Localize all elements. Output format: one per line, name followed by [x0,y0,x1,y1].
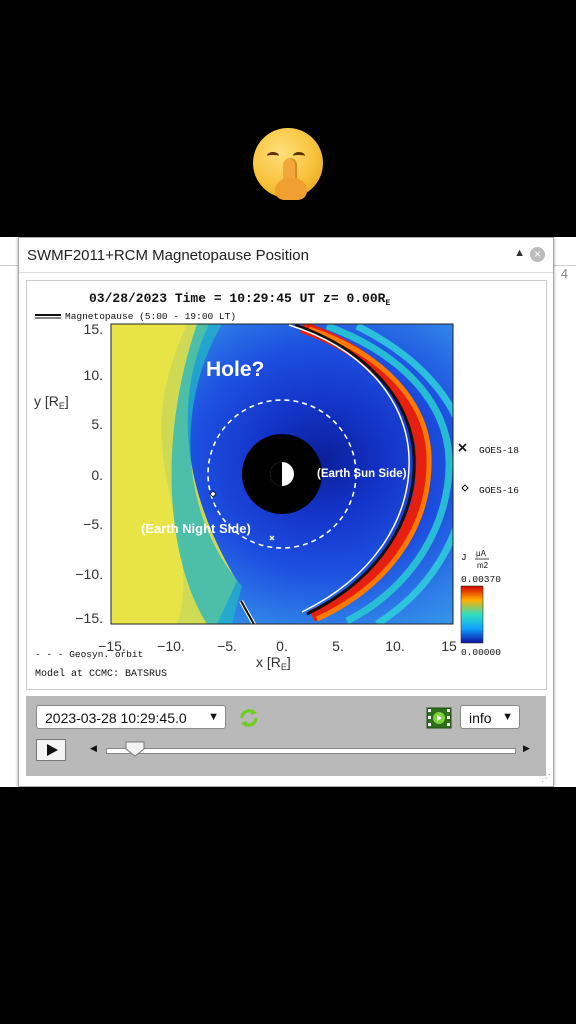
magnetopause-plot: 03/28/2023 Time = 10:29:45 UT z= 0.00RE … [34,291,519,680]
time-slider-thumb[interactable] [125,741,145,757]
info-select[interactable]: info ▼ [460,705,520,729]
magnetopause-window: SWMF2011+RCM Magnetopause Position ▲ × 0… [18,237,554,787]
info-label: info [469,710,492,726]
plot-area: 03/28/2023 Time = 10:29:45 UT z= 0.00RE … [26,280,547,690]
annotation-sun-side: (Earth Sun Side) [317,468,407,480]
y-tick: −5. [83,516,103,532]
chevron-down-icon: ▼ [502,711,513,723]
x-tick: −5. [217,638,237,654]
playback-controls: 2023-03-28 10:29:45.0 ▼ info ▼ ◀ ▶ [26,696,546,776]
y-axis-label: y [RE] [34,393,69,411]
datetime-select[interactable]: 2023-03-28 10:29:45.0 ▼ [36,705,226,729]
datetime-value: 2023-03-28 10:29:45.0 [45,710,187,726]
annotation-hole: Hole? [206,358,264,381]
colorbar-max: 0.00370 [461,574,501,585]
y-tick: −10. [75,566,103,582]
colorbar-units-bottom: m2 [477,561,489,570]
x-tick: 5. [332,638,344,654]
triangle-up-icon[interactable]: ▲ [514,247,525,259]
y-tick: 15. [84,321,103,337]
time-slider-track[interactable] [106,748,516,754]
legend-geosyn: - - - Geosyn. orbit [35,649,143,660]
close-icon[interactable]: × [530,247,545,262]
y-tick: 5. [91,416,103,432]
colorbar [460,585,484,644]
goes18-label: GOES-18 [479,445,519,456]
window-titlebar[interactable]: SWMF2011+RCM Magnetopause Position ▲ × [19,238,553,273]
y-tick: 0. [91,467,103,483]
plot-header: 03/28/2023 Time = 10:29:45 UT z= 0.00RE [89,291,390,308]
colorbar-min: 0.00000 [461,647,501,658]
x-axis-label: x [RE] [256,654,291,672]
film-play-icon[interactable] [426,707,452,729]
colorbar-label: J [461,552,467,563]
x-tick: 10. [385,638,404,654]
chevron-down-icon: ▼ [208,711,219,723]
slider-right-arrow-icon[interactable]: ▶ [523,743,530,754]
resize-grip-icon[interactable]: ⋰ [541,773,551,784]
background-tab-fragment: 4 [560,266,568,281]
colorbar-units-top: μA [476,549,487,558]
slider-left-arrow-icon[interactable]: ◀ [90,743,97,754]
x-tick: 0. [276,638,288,654]
y-tick: −15. [75,610,103,626]
y-tick: 10. [84,367,103,383]
x-tick: −10. [157,638,185,654]
goes16-label: GOES-16 [479,485,519,496]
model-text: Model at CCMC: BATSRUS [35,668,167,680]
annotation-night-side: (Earth Night Side) [141,521,251,536]
play-button[interactable] [36,739,66,761]
x-tick: 15 [441,638,457,654]
refresh-icon[interactable] [238,707,260,729]
window-title: SWMF2011+RCM Magnetopause Position [27,247,309,264]
shushing-face-emoji-icon [253,128,323,200]
